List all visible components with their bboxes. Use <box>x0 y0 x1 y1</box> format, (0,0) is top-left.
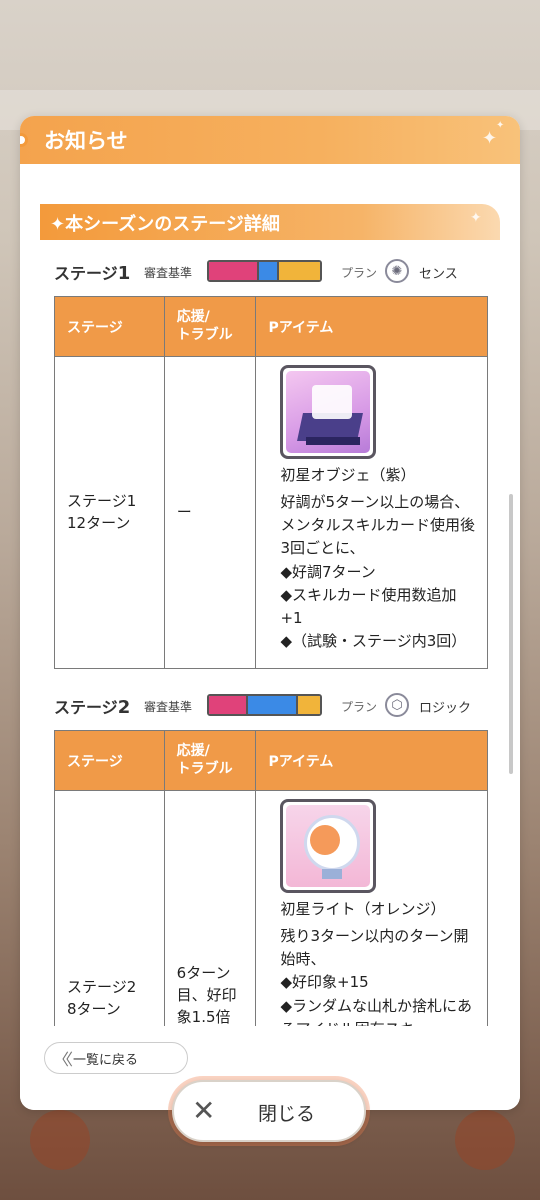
background-orb <box>455 1110 515 1170</box>
modal-header: お知らせ ✦ ✦ <box>20 116 520 164</box>
table-header-row: ステージ 応援/ トラブル Pアイテム <box>54 296 488 357</box>
stage-2-table: ステージ 応援/ トラブル Pアイテム ステージ2 8ターン 6ターン 目、好印… <box>54 730 488 1026</box>
sense-star-icon: ✺ <box>385 259 409 283</box>
plan-name: ロジック <box>419 701 472 716</box>
table-row: ステージ1 12ターン ー 初星オブジェ（紫） 好調が5ターン以上の場合、メンタ… <box>54 356 488 669</box>
table-row: ステージ2 8ターン 6ターン 目、好印 象1.5倍 初星ライト（オレンジ） 残… <box>54 790 488 1026</box>
scrollbar[interactable] <box>509 494 513 774</box>
criteria-bar <box>207 260 322 282</box>
p-item-description: 残り3ターン以内のターン開始時、 ◆好印象+15 ◆ランダムな山札か捨札にあるア… <box>280 926 473 1026</box>
header-support: 応援/ トラブル <box>163 296 257 357</box>
criteria-label: 審査基準 <box>144 700 193 714</box>
criteria-segment <box>209 696 248 714</box>
notice-content[interactable]: ✦本シーズンのステージ詳細 ✦ ステージ1 審査基準 プラン ✺ センス ステー… <box>20 164 520 1026</box>
header-p-item: Pアイテム <box>255 296 488 357</box>
close-button[interactable]: ✕ 閉じる <box>172 1080 366 1142</box>
criteria-segment <box>258 262 279 280</box>
sparkle-icon: ✦ <box>470 210 482 226</box>
header-stage: ステージ <box>54 296 165 357</box>
header-dot <box>20 133 28 147</box>
support-cell: ー <box>163 356 257 669</box>
p-item-image[interactable] <box>280 365 377 459</box>
notice-modal: お知らせ ✦ ✦ ✦本シーズンのステージ詳細 ✦ ステージ1 審査基準 プラン … <box>20 116 520 1110</box>
close-button-label: 閉じる <box>258 1103 316 1125</box>
header-stage: ステージ <box>54 730 165 791</box>
p-item-description: 好調が5ターン以上の場合、メンタルスキルカード使用後3回ごとに、 ◆好調7ターン… <box>280 492 476 651</box>
p-item-name: 初星ライト（オレンジ） <box>280 900 446 918</box>
section-header: ✦本シーズンのステージ詳細 ✦ <box>40 204 500 240</box>
plan-label: プラン <box>341 700 378 714</box>
modal-title: お知らせ <box>44 129 128 153</box>
table-header-row: ステージ 応援/ トラブル Pアイテム <box>54 730 488 791</box>
criteria-bar <box>207 694 322 716</box>
stage-cell: ステージ1 12ターン <box>54 356 165 669</box>
stage-cell: ステージ2 8ターン <box>54 790 165 1026</box>
section-title: ✦本シーズンのステージ詳細 <box>50 214 280 235</box>
sparkle-icon: ✦ <box>496 120 505 131</box>
logic-hexagon-icon: ⬡ <box>385 693 409 717</box>
plan-label: プラン <box>341 266 378 280</box>
plan-name: センス <box>419 267 458 282</box>
stage-title: ステージ2 <box>54 697 131 718</box>
criteria-segment <box>209 262 259 280</box>
criteria-segment <box>297 696 320 714</box>
header-p-item: Pアイテム <box>255 730 488 791</box>
sparkle-icon: ✦ <box>482 128 498 149</box>
back-to-list-button[interactable]: 〈〈 一覧に戻る <box>44 1042 188 1074</box>
header-support: 応援/ トラブル <box>163 730 257 791</box>
background-orb <box>30 1110 90 1170</box>
criteria-label: 審査基準 <box>144 266 193 280</box>
back-button-label: 一覧に戻る <box>73 1052 139 1068</box>
p-item-name: 初星オブジェ（紫） <box>280 466 416 484</box>
close-icon: ✕ <box>192 1094 216 1127</box>
stage-2-summary: ステージ2 審査基準 プラン ⬡ ロジック <box>54 692 488 720</box>
stage-title: ステージ1 <box>54 263 131 284</box>
p-item-cell: 初星ライト（オレンジ） 残り3ターン以内のターン開始時、 ◆好印象+15 ◆ラン… <box>255 790 488 1026</box>
p-item-cell: 初星オブジェ（紫） 好調が5ターン以上の場合、メンタルスキルカード使用後3回ごと… <box>255 356 488 669</box>
double-chevron-left-icon: 〈〈 <box>53 1050 73 1069</box>
stage-1-table: ステージ 応援/ トラブル Pアイテム ステージ1 12ターン ー 初星オブジェ… <box>54 296 488 669</box>
stage-1-summary: ステージ1 審査基準 プラン ✺ センス <box>54 258 488 286</box>
p-item-image[interactable] <box>280 799 377 893</box>
criteria-segment <box>247 696 298 714</box>
support-cell: 6ターン 目、好印 象1.5倍 <box>163 790 257 1026</box>
criteria-segment <box>278 262 320 280</box>
